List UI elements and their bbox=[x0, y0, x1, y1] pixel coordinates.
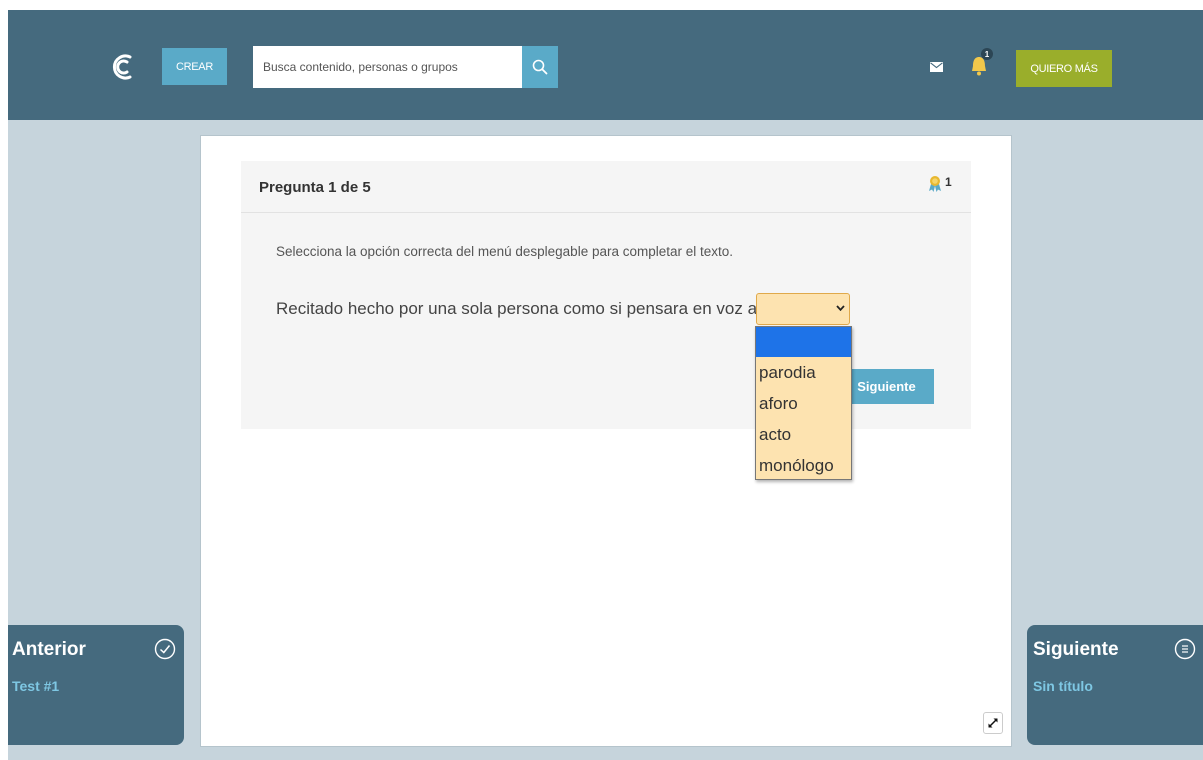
next-nav-card[interactable]: Siguiente Sin título bbox=[1027, 625, 1203, 745]
next-nav-subtitle: Sin título bbox=[1033, 678, 1093, 694]
search-icon bbox=[532, 59, 548, 75]
answer-dropdown: parodia aforo acto monólogo bbox=[755, 326, 852, 480]
expand-icon bbox=[988, 718, 998, 728]
question-title: Pregunta 1 de 5 bbox=[259, 179, 371, 196]
next-nav-title: Siguiente bbox=[1033, 639, 1119, 660]
dropdown-option-acto[interactable]: acto bbox=[756, 419, 851, 450]
award-icon bbox=[929, 176, 941, 192]
search-input[interactable] bbox=[253, 46, 523, 88]
logo-icon[interactable] bbox=[108, 52, 138, 82]
dropdown-option-aforo[interactable]: aforo bbox=[756, 388, 851, 419]
dropdown-option-empty[interactable] bbox=[756, 327, 851, 357]
previous-nav-card[interactable]: Anterior Test #1 bbox=[8, 625, 184, 745]
upgrade-button[interactable]: QUIERO MÁS bbox=[1016, 50, 1112, 87]
question-sentence: Recitado hecho por una sola persona como… bbox=[276, 299, 780, 318]
dropdown-option-monologo[interactable]: monólogo bbox=[756, 450, 851, 481]
fullscreen-button[interactable] bbox=[983, 712, 1003, 734]
list-circle-icon bbox=[1174, 638, 1196, 660]
search-button[interactable] bbox=[522, 46, 558, 88]
previous-nav-subtitle: Test #1 bbox=[12, 678, 60, 694]
previous-nav-title: Anterior bbox=[12, 639, 86, 660]
create-button[interactable]: CREAR bbox=[162, 48, 227, 85]
mail-icon[interactable] bbox=[930, 62, 943, 72]
points-count: 1 bbox=[945, 175, 952, 189]
check-circle-icon bbox=[154, 638, 176, 660]
notification-badge: 1 bbox=[981, 48, 993, 60]
next-question-button[interactable]: Siguiente bbox=[839, 369, 934, 404]
instructions-text: Selecciona la opción correcta del menú d… bbox=[276, 244, 734, 259]
dropdown-option-parodia[interactable]: parodia bbox=[756, 357, 851, 388]
chevron-down-icon bbox=[836, 305, 845, 311]
